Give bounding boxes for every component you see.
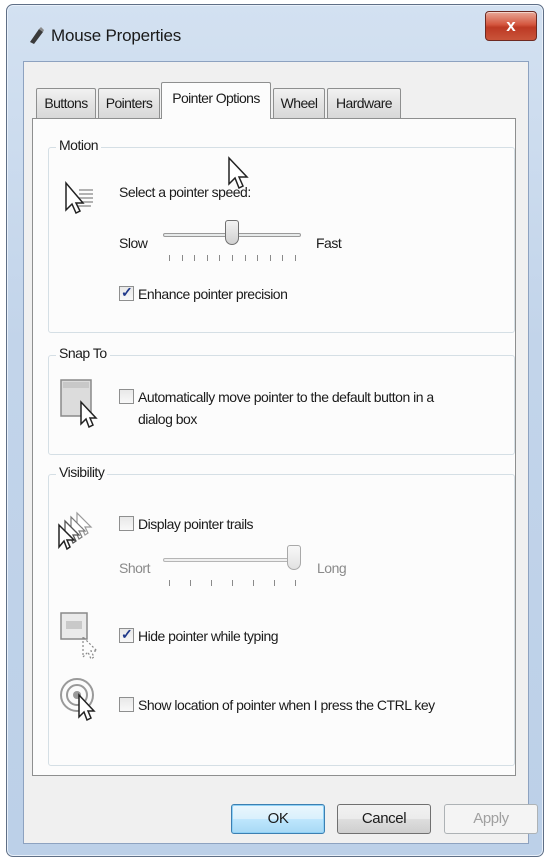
check-mark-icon: ✓	[121, 626, 133, 642]
tab-label: Pointer Options	[172, 90, 260, 106]
snap-to-label-line1[interactable]: Automatically move pointer to the defaul…	[138, 389, 434, 405]
hide-while-typing-checkbox[interactable]: ✓	[119, 626, 134, 643]
enhance-precision-checkbox[interactable]: ✓	[119, 284, 134, 301]
tab-pointers[interactable]: Pointers	[98, 88, 160, 118]
slider-tick	[181, 255, 183, 261]
slider-tick	[257, 255, 259, 261]
snap-to-group: Snap To ✓ Automatically move pointer to …	[48, 345, 515, 455]
tab-buttons[interactable]: Buttons	[36, 88, 96, 118]
long-label: Long	[317, 560, 347, 576]
trail-length-ticks	[169, 580, 296, 586]
show-location-icon	[60, 678, 96, 722]
slider-tick	[295, 580, 296, 586]
close-icon: x	[506, 16, 516, 35]
tab-label: Pointers	[105, 95, 153, 111]
slider-tick	[282, 255, 284, 261]
close-button[interactable]: x	[485, 11, 537, 41]
slider-tick	[169, 255, 170, 261]
snap-to-group-title: Snap To	[56, 345, 110, 361]
tab-label: Wheel	[280, 95, 318, 111]
visibility-group-title: Visibility	[56, 464, 108, 480]
slider-tick	[269, 255, 271, 261]
fast-label: Fast	[316, 235, 342, 251]
slider-tick	[253, 580, 254, 586]
tab-label: Buttons	[44, 95, 88, 111]
visibility-group: Visibility ✓ Display pointer trails Shor…	[48, 464, 515, 766]
slow-label: Slow	[119, 235, 148, 251]
tab-label: Hardware	[336, 95, 392, 111]
cancel-button[interactable]: Cancel	[337, 804, 431, 834]
show-location-checkbox[interactable]: ✓	[119, 697, 134, 712]
mouse-properties-window: Mouse Properties x Buttons Pointers Poin…	[6, 4, 544, 857]
snap-to-label-line2[interactable]: dialog box	[138, 411, 197, 427]
pointer-trails-checkbox[interactable]: ✓	[119, 516, 134, 531]
tab-strip: Buttons Pointers Pointer Options Wheel H…	[32, 78, 512, 119]
slider-tick	[274, 580, 275, 586]
apply-button: Apply	[444, 804, 538, 834]
hide-while-typing-icon	[60, 612, 99, 660]
slider-tick	[219, 255, 221, 261]
enhance-precision-label[interactable]: Enhance pointer precision	[138, 286, 288, 302]
pointer-trails-icon	[58, 511, 93, 551]
show-location-label[interactable]: Show location of pointer when I press th…	[138, 697, 435, 713]
window-title: Mouse Properties	[51, 26, 182, 45]
slider-tick	[244, 255, 246, 261]
check-mark-icon: ✓	[121, 284, 133, 300]
slider-tick	[211, 580, 212, 586]
dialog-client-area: Buttons Pointers Pointer Options Wheel H…	[23, 61, 538, 844]
trail-length-slider[interactable]	[287, 545, 301, 570]
mouse-pointer-icon	[228, 156, 249, 190]
tab-wheel[interactable]: Wheel	[273, 88, 325, 118]
short-label: Short	[119, 560, 150, 576]
mouse-cursor-icon	[30, 27, 44, 44]
snap-to-checkbox[interactable]: ✓	[119, 389, 134, 404]
slider-tick	[232, 255, 233, 261]
pointer-trails-label[interactable]: Display pointer trails	[138, 516, 254, 532]
pointer-speed-slider[interactable]	[225, 220, 239, 245]
tab-hardware[interactable]: Hardware	[327, 88, 401, 118]
pointer-speed-icon	[65, 180, 93, 215]
slider-tick	[232, 580, 233, 586]
pointer-options-panel: Motion Select a pointer speed: Slow Fast	[32, 118, 516, 776]
slider-tick	[194, 255, 196, 261]
trail-length-track[interactable]	[163, 558, 301, 562]
snap-to-icon	[60, 379, 98, 428]
ok-button[interactable]: OK	[231, 804, 325, 834]
slider-tick	[169, 580, 170, 586]
tab-pointer-options[interactable]: Pointer Options	[161, 82, 271, 119]
slider-tick	[190, 580, 191, 586]
motion-group: Motion Select a pointer speed: Slow Fast	[48, 137, 515, 333]
title-bar[interactable]: Mouse Properties x	[7, 5, 543, 61]
pointer-speed-ticks	[169, 255, 296, 261]
hide-while-typing-label[interactable]: Hide pointer while typing	[138, 628, 279, 644]
motion-group-title: Motion	[56, 137, 102, 153]
slider-tick	[206, 255, 208, 261]
slider-tick	[295, 255, 296, 261]
